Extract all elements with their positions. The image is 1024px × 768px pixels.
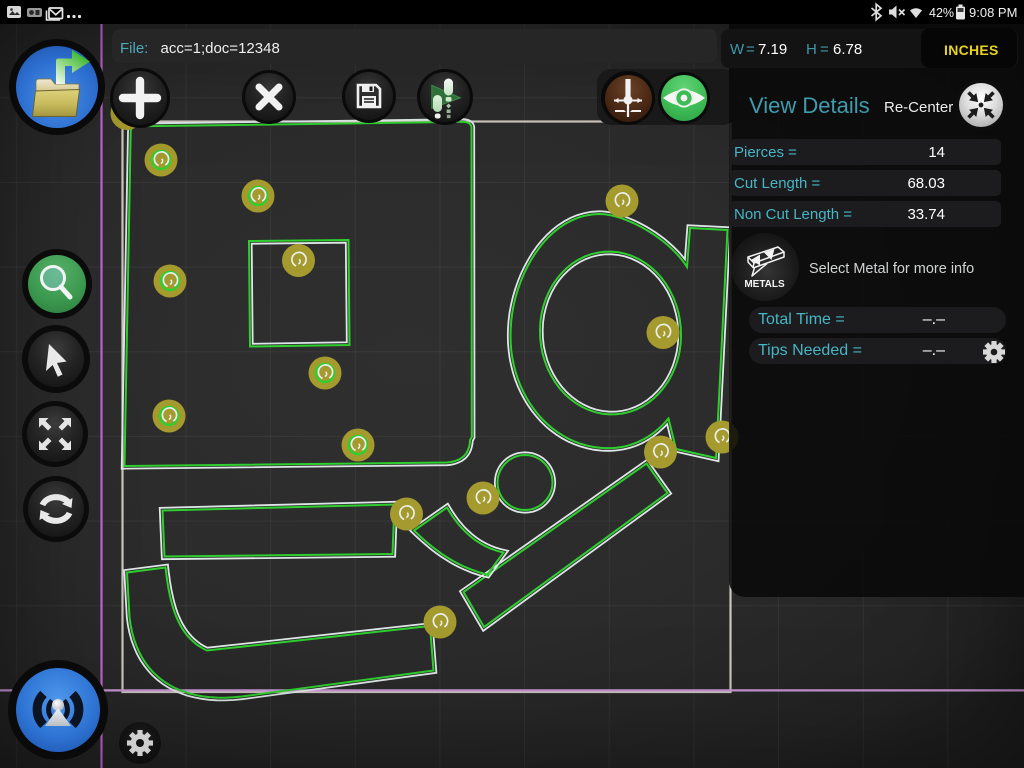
svg-text:42%: 42% [929,6,954,20]
svg-text:9:08 PM: 9:08 PM [969,5,1017,20]
svg-text:METALS: METALS [744,279,785,290]
